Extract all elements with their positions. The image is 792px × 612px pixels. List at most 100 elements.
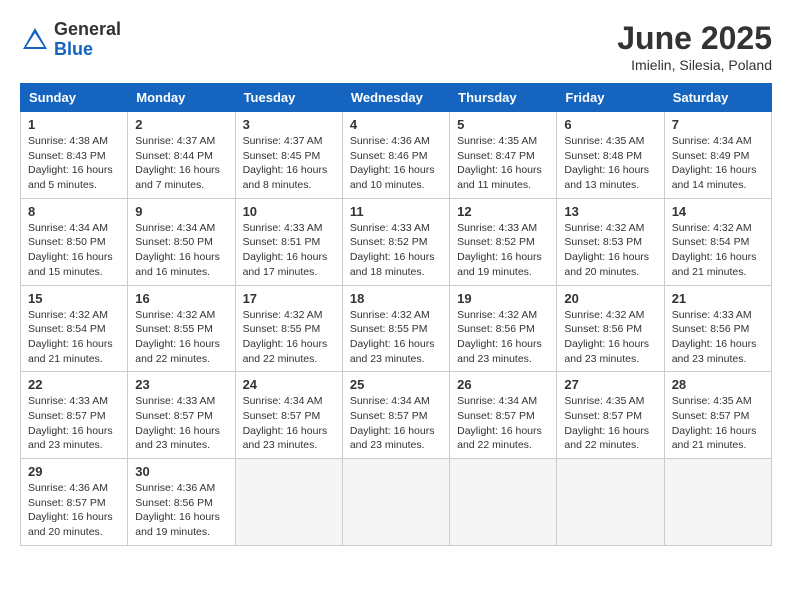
calendar-cell — [342, 459, 449, 546]
calendar-cell: 23 Sunrise: 4:33 AMSunset: 8:57 PMDayligh… — [128, 372, 235, 459]
day-info: Sunrise: 4:32 AMSunset: 8:56 PMDaylight:… — [564, 308, 656, 367]
calendar-cell: 30 Sunrise: 4:36 AMSunset: 8:56 PMDayligh… — [128, 459, 235, 546]
day-info: Sunrise: 4:33 AMSunset: 8:56 PMDaylight:… — [672, 308, 764, 367]
calendar-cell: 24 Sunrise: 4:34 AMSunset: 8:57 PMDayligh… — [235, 372, 342, 459]
calendar-cell: 29 Sunrise: 4:36 AMSunset: 8:57 PMDayligh… — [21, 459, 128, 546]
day-header-saturday: Saturday — [664, 84, 771, 112]
day-number: 10 — [243, 204, 335, 219]
day-info: Sunrise: 4:34 AMSunset: 8:57 PMDaylight:… — [243, 394, 335, 453]
calendar-cell: 4 Sunrise: 4:36 AMSunset: 8:46 PMDaylight… — [342, 112, 449, 199]
day-number: 25 — [350, 377, 442, 392]
day-info: Sunrise: 4:34 AMSunset: 8:50 PMDaylight:… — [135, 221, 227, 280]
calendar-cell: 14 Sunrise: 4:32 AMSunset: 8:54 PMDayligh… — [664, 198, 771, 285]
calendar-cell: 17Sunrise: 4:32 AMSunset: 8:55 PMDayligh… — [235, 285, 342, 372]
day-info: Sunrise: 4:35 AMSunset: 8:57 PMDaylight:… — [564, 394, 656, 453]
calendar-cell: 19 Sunrise: 4:32 AMSunset: 8:56 PMDayligh… — [450, 285, 557, 372]
day-info: Sunrise: 4:35 AMSunset: 8:48 PMDaylight:… — [564, 134, 656, 193]
day-number: 27 — [564, 377, 656, 392]
calendar-cell: 10 Sunrise: 4:33 AMSunset: 8:51 PMDayligh… — [235, 198, 342, 285]
day-header-friday: Friday — [557, 84, 664, 112]
calendar-cell: 8 Sunrise: 4:34 AMSunset: 8:50 PMDaylight… — [21, 198, 128, 285]
day-number: 2 — [135, 117, 227, 132]
calendar-cell: 18Sunrise: 4:32 AMSunset: 8:55 PMDayligh… — [342, 285, 449, 372]
calendar-cell: 1Sunrise: 4:38 AMSunset: 8:43 PMDaylight… — [21, 112, 128, 199]
day-info: Sunrise: 4:33 AMSunset: 8:51 PMDaylight:… — [243, 221, 335, 280]
day-number: 8 — [28, 204, 120, 219]
day-number: 28 — [672, 377, 764, 392]
title-block: June 2025 Imielin, Silesia, Poland — [617, 20, 772, 73]
calendar-cell: 28 Sunrise: 4:35 AMSunset: 8:57 PMDayligh… — [664, 372, 771, 459]
week-row-2: 8 Sunrise: 4:34 AMSunset: 8:50 PMDaylight… — [21, 198, 772, 285]
day-info: Sunrise: 4:33 AMSunset: 8:57 PMDaylight:… — [135, 394, 227, 453]
calendar-cell: 26 Sunrise: 4:34 AMSunset: 8:57 PMDayligh… — [450, 372, 557, 459]
day-info: Sunrise: 4:33 AMSunset: 8:52 PMDaylight:… — [457, 221, 549, 280]
day-number: 7 — [672, 117, 764, 132]
day-info: Sunrise: 4:32 AMSunset: 8:54 PMDaylight:… — [672, 221, 764, 280]
calendar-cell: 20 Sunrise: 4:32 AMSunset: 8:56 PMDayligh… — [557, 285, 664, 372]
day-number: 22 — [28, 377, 120, 392]
day-number: 29 — [28, 464, 120, 479]
day-number: 14 — [672, 204, 764, 219]
day-header-thursday: Thursday — [450, 84, 557, 112]
day-number: 19 — [457, 291, 549, 306]
day-info: Sunrise: 4:32 AMSunset: 8:55 PMDaylight:… — [350, 308, 442, 367]
location-text: Imielin, Silesia, Poland — [617, 57, 772, 73]
calendar-cell: 11Sunrise: 4:33 AMSunset: 8:52 PMDayligh… — [342, 198, 449, 285]
calendar-cell: 9 Sunrise: 4:34 AMSunset: 8:50 PMDaylight… — [128, 198, 235, 285]
week-row-1: 1Sunrise: 4:38 AMSunset: 8:43 PMDaylight… — [21, 112, 772, 199]
day-number: 30 — [135, 464, 227, 479]
day-info: Sunrise: 4:32 AMSunset: 8:55 PMDaylight:… — [135, 308, 227, 367]
calendar-cell: 15Sunrise: 4:32 AMSunset: 8:54 PMDayligh… — [21, 285, 128, 372]
day-info: Sunrise: 4:36 AMSunset: 8:56 PMDaylight:… — [135, 481, 227, 540]
logo-general-text: General — [54, 20, 121, 40]
calendar-header-row: SundayMondayTuesdayWednesdayThursdayFrid… — [21, 84, 772, 112]
calendar-cell: 7Sunrise: 4:34 AMSunset: 8:49 PMDaylight… — [664, 112, 771, 199]
week-row-4: 22 Sunrise: 4:33 AMSunset: 8:57 PMDayligh… — [21, 372, 772, 459]
day-info: Sunrise: 4:36 AMSunset: 8:57 PMDaylight:… — [28, 481, 120, 540]
day-number: 4 — [350, 117, 442, 132]
day-number: 21 — [672, 291, 764, 306]
day-number: 23 — [135, 377, 227, 392]
day-number: 26 — [457, 377, 549, 392]
logo: General Blue — [20, 20, 121, 60]
week-row-3: 15Sunrise: 4:32 AMSunset: 8:54 PMDayligh… — [21, 285, 772, 372]
day-header-monday: Monday — [128, 84, 235, 112]
day-number: 5 — [457, 117, 549, 132]
calendar-cell — [557, 459, 664, 546]
day-number: 6 — [564, 117, 656, 132]
day-info: Sunrise: 4:38 AMSunset: 8:43 PMDaylight:… — [28, 134, 120, 193]
calendar-cell: 2Sunrise: 4:37 AMSunset: 8:44 PMDaylight… — [128, 112, 235, 199]
day-header-sunday: Sunday — [21, 84, 128, 112]
day-number: 3 — [243, 117, 335, 132]
day-number: 9 — [135, 204, 227, 219]
day-info: Sunrise: 4:35 AMSunset: 8:47 PMDaylight:… — [457, 134, 549, 193]
calendar-table: SundayMondayTuesdayWednesdayThursdayFrid… — [20, 83, 772, 546]
calendar-cell: 22 Sunrise: 4:33 AMSunset: 8:57 PMDayligh… — [21, 372, 128, 459]
calendar-cell: 3 Sunrise: 4:37 AMSunset: 8:45 PMDaylight… — [235, 112, 342, 199]
calendar-cell: 5 Sunrise: 4:35 AMSunset: 8:47 PMDaylight… — [450, 112, 557, 199]
day-info: Sunrise: 4:34 AMSunset: 8:50 PMDaylight:… — [28, 221, 120, 280]
week-row-5: 29 Sunrise: 4:36 AMSunset: 8:57 PMDayligh… — [21, 459, 772, 546]
day-number: 20 — [564, 291, 656, 306]
calendar-cell: 21 Sunrise: 4:33 AMSunset: 8:56 PMDayligh… — [664, 285, 771, 372]
day-header-tuesday: Tuesday — [235, 84, 342, 112]
day-info: Sunrise: 4:36 AMSunset: 8:46 PMDaylight:… — [350, 134, 442, 193]
day-number: 13 — [564, 204, 656, 219]
calendar-cell: 27 Sunrise: 4:35 AMSunset: 8:57 PMDayligh… — [557, 372, 664, 459]
day-number: 24 — [243, 377, 335, 392]
day-info: Sunrise: 4:35 AMSunset: 8:57 PMDaylight:… — [672, 394, 764, 453]
calendar-cell: 6 Sunrise: 4:35 AMSunset: 8:48 PMDaylight… — [557, 112, 664, 199]
day-info: Sunrise: 4:32 AMSunset: 8:54 PMDaylight:… — [28, 308, 120, 367]
day-info: Sunrise: 4:32 AMSunset: 8:56 PMDaylight:… — [457, 308, 549, 367]
calendar-cell — [450, 459, 557, 546]
day-info: Sunrise: 4:37 AMSunset: 8:45 PMDaylight:… — [243, 134, 335, 193]
day-header-wednesday: Wednesday — [342, 84, 449, 112]
day-info: Sunrise: 4:33 AMSunset: 8:52 PMDaylight:… — [350, 221, 442, 280]
calendar-cell: 16Sunrise: 4:32 AMSunset: 8:55 PMDayligh… — [128, 285, 235, 372]
day-info: Sunrise: 4:34 AMSunset: 8:57 PMDaylight:… — [350, 394, 442, 453]
day-info: Sunrise: 4:33 AMSunset: 8:57 PMDaylight:… — [28, 394, 120, 453]
calendar-cell: 25 Sunrise: 4:34 AMSunset: 8:57 PMDayligh… — [342, 372, 449, 459]
day-info: Sunrise: 4:34 AMSunset: 8:57 PMDaylight:… — [457, 394, 549, 453]
logo-blue-text: Blue — [54, 40, 121, 60]
day-info: Sunrise: 4:32 AMSunset: 8:53 PMDaylight:… — [564, 221, 656, 280]
